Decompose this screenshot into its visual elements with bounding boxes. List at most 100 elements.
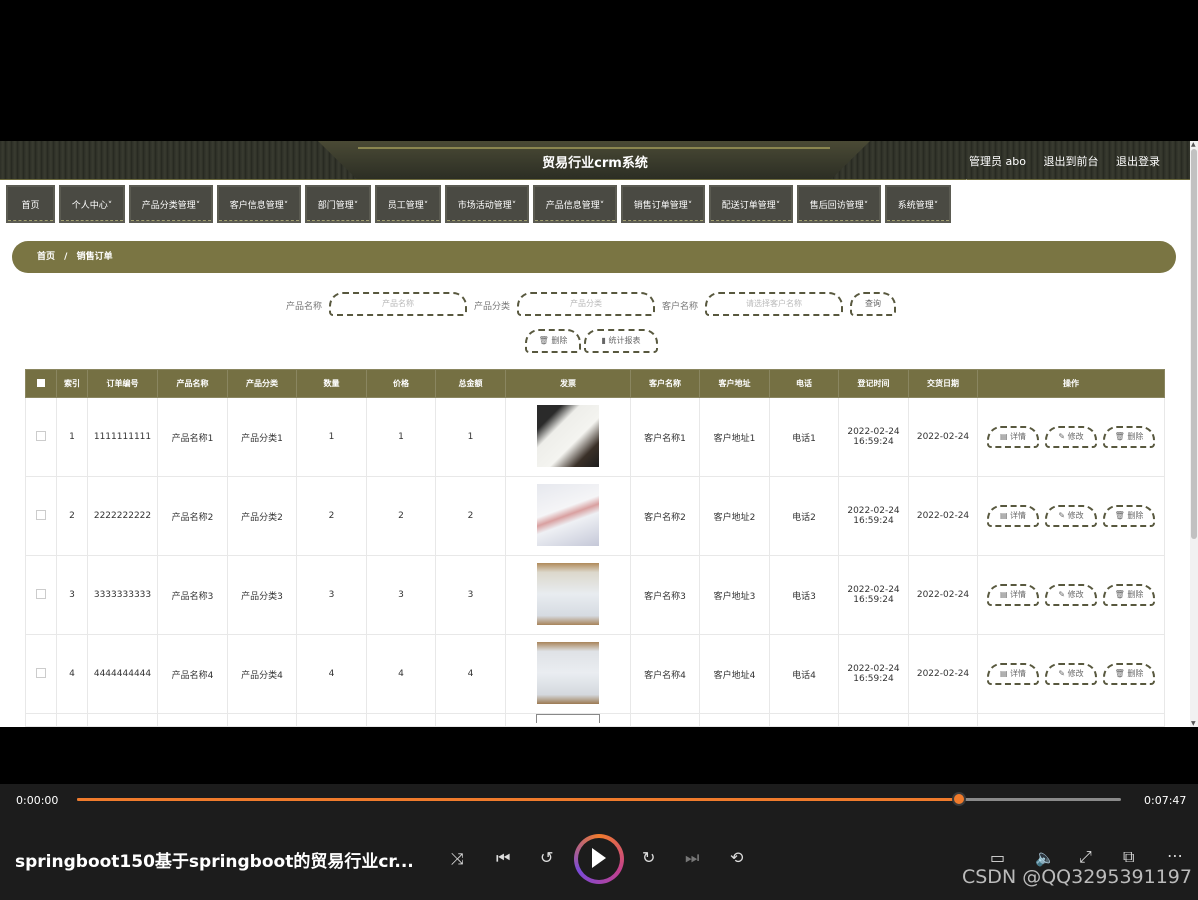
- volume-icon[interactable]: 🔈: [1035, 848, 1055, 867]
- col-order-no: 订单编号: [87, 369, 158, 398]
- delete-button[interactable]: 🗑 删除: [1103, 505, 1155, 527]
- cell-index: 4: [56, 634, 88, 714]
- next-icon[interactable]: ⏭: [685, 848, 699, 868]
- batch-delete-button[interactable]: 🗑 删除: [525, 329, 581, 353]
- cell-delivery-date: 2022-02-24: [908, 555, 978, 635]
- cell-product-name: 产品名称4: [157, 634, 228, 714]
- cell-invoice: [505, 634, 631, 714]
- more-options-icon[interactable]: ⋯: [1167, 846, 1183, 865]
- back-to-front-link[interactable]: 退出到前台: [1044, 155, 1099, 168]
- query-button[interactable]: 查询: [850, 292, 896, 316]
- invoice-image[interactable]: [537, 562, 599, 625]
- browser-viewport: 贸易行业crm系统 管理员 abo 退出到前台 退出登录 首页 个人中心˅ 产品…: [0, 141, 1198, 727]
- cell-index: 2: [56, 476, 88, 556]
- edit-button[interactable]: ✎ 修改: [1045, 426, 1097, 448]
- cell-phone: 电话3: [769, 555, 839, 635]
- delete-button[interactable]: 🗑 删除: [1103, 663, 1155, 685]
- nav-item-delivery-order[interactable]: 配送订单管理˅: [709, 185, 793, 223]
- col-quantity: 数量: [296, 369, 367, 398]
- cell-order-no: 4444444444: [87, 634, 158, 714]
- detail-button[interactable]: ▤ 详情: [987, 505, 1039, 527]
- forward-30-icon[interactable]: ↻: [642, 848, 655, 867]
- edit-button[interactable]: ✎ 修改: [1045, 663, 1097, 685]
- nav-item-customer-info[interactable]: 客户信息管理˅: [217, 185, 301, 223]
- nav-item-department[interactable]: 部门管理˅: [305, 185, 371, 223]
- invoice-image[interactable]: [536, 714, 600, 723]
- nav-item-product-category[interactable]: 产品分类管理˅: [129, 185, 213, 223]
- register-date: 2022-02-24: [847, 664, 900, 674]
- cell-register-time: 2022-02-24 16:59:24: [838, 634, 909, 714]
- customer-name-select[interactable]: 请选择客户名称: [705, 292, 843, 316]
- invoice-image[interactable]: [537, 404, 599, 467]
- detail-label: 详情: [1010, 590, 1027, 599]
- row-checkbox[interactable]: [36, 430, 46, 441]
- play-button[interactable]: [574, 834, 624, 884]
- nav-item-home[interactable]: 首页: [6, 185, 55, 223]
- logout-link[interactable]: 退出登录: [1116, 155, 1160, 168]
- product-name-input[interactable]: 产品名称: [329, 292, 467, 316]
- row-checkbox[interactable]: [36, 588, 46, 599]
- invoice-image[interactable]: [537, 641, 599, 704]
- table-row: 3 3333333333 产品名称3 产品分类3 3 3 3 客户名称3 客户地…: [25, 555, 1165, 635]
- seek-bar[interactable]: [77, 792, 1121, 806]
- delete-button[interactable]: 🗑 删除: [1103, 426, 1155, 448]
- scroll-down-arrow-icon[interactable]: ▼: [1191, 720, 1196, 727]
- repeat-off-icon[interactable]: ⟲: [730, 848, 743, 867]
- nav-item-marketing[interactable]: 市场活动管理˅: [445, 185, 529, 223]
- cell-product-category: 产品分类4: [227, 634, 297, 714]
- shuffle-icon[interactable]: ⤨: [451, 849, 464, 869]
- cell-customer-address: 客户地址3: [699, 555, 770, 635]
- statistics-report-button[interactable]: ▮ 统计报表: [584, 329, 658, 353]
- fullscreen-icon[interactable]: ⤢: [1079, 847, 1092, 867]
- detail-button[interactable]: ▤ 详情: [987, 584, 1039, 606]
- video-player-controls: 0:00:00 0:07:47 springboot150基于springboo…: [0, 784, 1198, 900]
- cell-customer-address: 客户地址1: [699, 397, 770, 477]
- table-row: [25, 713, 1165, 727]
- subtitles-icon[interactable]: ▭: [990, 848, 1005, 867]
- delete-button[interactable]: 🗑 删除: [1103, 584, 1155, 606]
- detail-button[interactable]: ▤ 详情: [987, 426, 1039, 448]
- mini-player-icon[interactable]: ⧉: [1123, 847, 1134, 867]
- col-register-time: 登记时间: [838, 369, 909, 398]
- seek-handle[interactable]: [952, 792, 967, 806]
- cell-price: 1: [366, 397, 436, 477]
- breadcrumb-home[interactable]: 首页: [37, 252, 55, 262]
- cell-product-category: 产品分类3: [227, 555, 297, 635]
- select-all-checkbox[interactable]: [25, 369, 57, 398]
- cell-price: 3: [366, 555, 436, 635]
- nav-item-staff[interactable]: 员工管理˅: [375, 185, 441, 223]
- cell-total: 4: [435, 634, 506, 714]
- header-bar: 贸易行业crm系统 管理员 abo 退出到前台 退出登录: [0, 141, 1190, 180]
- previous-icon[interactable]: ⏮: [496, 848, 510, 868]
- scroll-up-arrow-icon[interactable]: ▲: [1191, 141, 1196, 148]
- cell-product-category: 产品分类1: [227, 397, 297, 477]
- edit-label: 修改: [1067, 432, 1084, 441]
- detail-button[interactable]: ▤ 详情: [987, 663, 1039, 685]
- customer-name-label: 客户名称: [662, 302, 699, 312]
- scrollbar-thumb[interactable]: [1191, 149, 1197, 539]
- row-checkbox[interactable]: [36, 509, 46, 520]
- col-index: 索引: [56, 369, 88, 398]
- cell-customer-name: 客户名称1: [630, 397, 700, 477]
- delete-label: 删除: [1127, 511, 1144, 520]
- csdn-watermark: CSDN @QQ3295391197: [961, 866, 1192, 888]
- nav-item-sales-order[interactable]: 销售订单管理˅: [621, 185, 705, 223]
- page-scrollbar[interactable]: ▲ ▼: [1190, 141, 1198, 727]
- action-bar: 🗑 删除 ▮ 统计报表: [0, 329, 1190, 355]
- register-clock: 16:59:24: [853, 674, 894, 684]
- invoice-image[interactable]: [537, 483, 599, 546]
- cell-customer-name: 客户名称2: [630, 476, 700, 556]
- nav-item-personal[interactable]: 个人中心˅: [59, 185, 125, 223]
- row-checkbox[interactable]: [36, 667, 46, 678]
- cell-customer-name: 客户名称3: [630, 555, 700, 635]
- cell-delivery-date: 2022-02-24: [908, 397, 978, 477]
- cell-customer-address: 客户地址4: [699, 634, 770, 714]
- edit-button[interactable]: ✎ 修改: [1045, 584, 1097, 606]
- edit-button[interactable]: ✎ 修改: [1045, 505, 1097, 527]
- col-delivery-date: 交货日期: [908, 369, 978, 398]
- product-category-input[interactable]: 产品分类: [517, 292, 655, 316]
- nav-item-product-info[interactable]: 产品信息管理˅: [533, 185, 617, 223]
- nav-item-system[interactable]: 系统管理˅: [885, 185, 951, 223]
- rewind-10-icon[interactable]: ↺: [540, 848, 553, 867]
- nav-item-after-sales[interactable]: 售后回访管理˅: [797, 185, 881, 223]
